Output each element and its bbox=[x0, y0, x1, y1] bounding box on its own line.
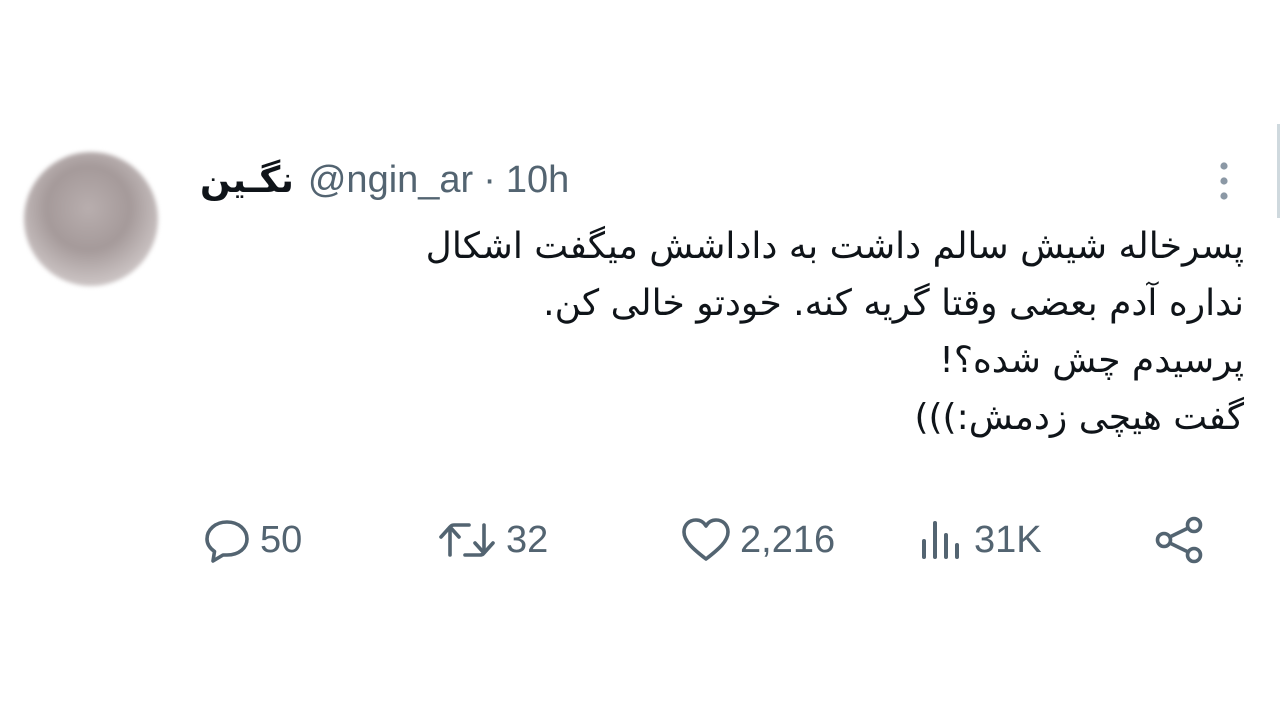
retweet-button[interactable]: 32 bbox=[436, 512, 548, 568]
tweet-text-line: پسرخاله شیش سالم داشت به داداشش میگفت اش… bbox=[425, 226, 1244, 267]
like-count: 2,216 bbox=[740, 518, 836, 561]
like-button[interactable]: 2,216 bbox=[680, 512, 835, 568]
action-bar: 50 32 2,216 31K bbox=[0, 512, 1280, 568]
reply-count: 50 bbox=[260, 518, 303, 561]
reply-button[interactable]: 50 bbox=[202, 512, 302, 568]
display-name[interactable]: نگـین bbox=[200, 160, 294, 201]
retweet-count: 32 bbox=[506, 518, 549, 561]
reply-icon bbox=[205, 520, 249, 563]
tweet-header: نگـین @ngin_ar · 10h bbox=[200, 152, 569, 208]
share-icon bbox=[1155, 516, 1203, 564]
timestamp[interactable]: 10h bbox=[506, 159, 569, 202]
retweet-icon bbox=[439, 523, 495, 557]
avatar[interactable] bbox=[24, 152, 158, 286]
user-handle[interactable]: @ngin_ar bbox=[308, 159, 473, 202]
heart-icon bbox=[682, 518, 730, 561]
share-button[interactable] bbox=[1154, 512, 1208, 568]
views-count: 31K bbox=[974, 518, 1042, 561]
tweet-text-line: نداره آدم بعضی وقتا گریه کنه. خودتو خالی… bbox=[543, 283, 1244, 324]
tweet-text-line: پرسیدم چش شده؟! bbox=[939, 340, 1244, 381]
views-chart-icon bbox=[922, 521, 959, 559]
tweet-text: پسرخاله شیش سالم داشت به داداشش میگفت اش… bbox=[194, 218, 1244, 446]
separator-dot: · bbox=[483, 158, 496, 201]
views-button[interactable]: 31K bbox=[918, 512, 1042, 568]
tweet-text-line: گفت هیچی زدمش:))) bbox=[914, 397, 1244, 438]
more-vertical-icon bbox=[1220, 162, 1228, 200]
more-options-button[interactable] bbox=[1210, 158, 1238, 204]
tweet: نگـین @ngin_ar · 10h پسرخاله شیش سالم دا… bbox=[0, 0, 1280, 719]
